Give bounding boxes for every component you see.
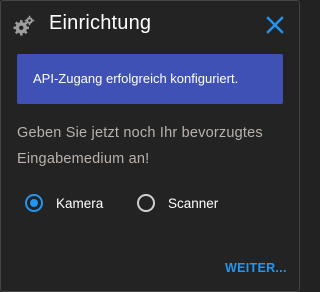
next-button[interactable]: WEITER... xyxy=(215,258,291,278)
next-button-label: WEITER... xyxy=(225,261,287,275)
success-banner: API-Zugang erfolgreich konfiguriert. xyxy=(17,54,283,104)
input-medium-radio-group: Kamera Scanner xyxy=(25,191,285,217)
radio-button-checked[interactable] xyxy=(25,194,43,212)
radio-label-scanner: Scanner xyxy=(168,196,219,211)
radio-label-kamera: Kamera xyxy=(56,196,104,211)
input-medium-prompt: Geben Sie jetzt noch Ihr bevorzugtes Ein… xyxy=(17,125,263,167)
success-message: API-Zugang erfolgreich konfiguriert. xyxy=(33,71,239,86)
radio-dot xyxy=(30,199,38,207)
close-icon xyxy=(266,16,284,34)
close-button[interactable] xyxy=(265,15,285,35)
setup-dialog: Einrichtung API-Zugang erfolgreich konfi… xyxy=(0,0,300,292)
radio-button-unchecked[interactable] xyxy=(137,194,155,212)
dialog-header: Einrichtung xyxy=(1,1,299,45)
gear-icon xyxy=(13,15,35,36)
dialog-title: Einrichtung xyxy=(49,12,152,34)
